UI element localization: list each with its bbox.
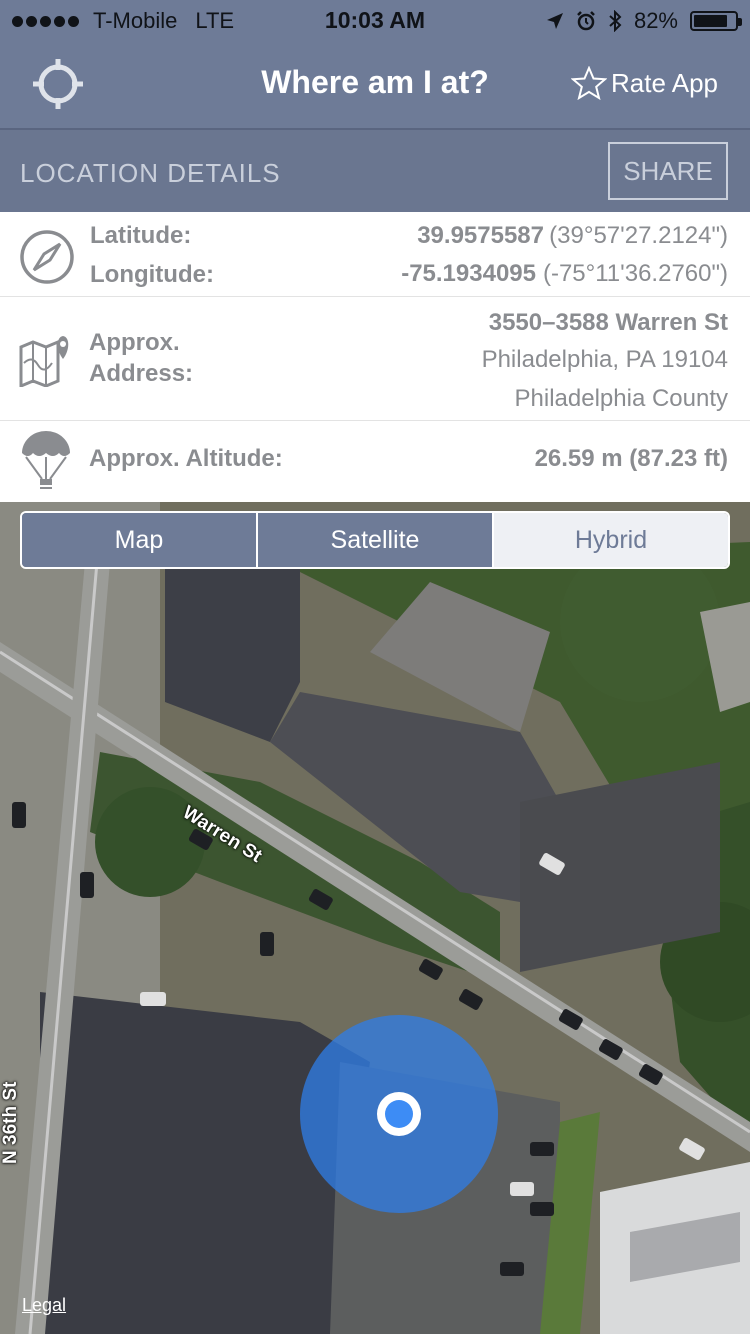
address-city: Philadelphia, PA 19104 bbox=[481, 346, 728, 373]
map-pin-icon bbox=[19, 336, 69, 387]
longitude-label: Longitude: bbox=[90, 261, 214, 288]
rate-app-label: Rate App bbox=[611, 67, 718, 98]
alarm-icon bbox=[577, 11, 595, 31]
details-panel: Latitude: Longitude: 39.9575587 (39°57'2… bbox=[0, 212, 750, 502]
longitude-value: -75.1934095 bbox=[401, 260, 536, 287]
compass-icon bbox=[20, 230, 74, 284]
battery-percent: 82% bbox=[633, 8, 678, 33]
altitude-row: Approx. Altitude: 26.59 m (87.23 ft) bbox=[0, 421, 750, 502]
address-street: 3550–3588 Warren St bbox=[488, 309, 728, 336]
altitude-value: 26.59 m (87.23 ft) bbox=[534, 445, 728, 472]
address-row: Approx. Address: 3550–3588 Warren St Phi… bbox=[0, 297, 750, 421]
address-county: Philadelphia County bbox=[514, 385, 728, 412]
section-title: LOCATION DETAILS bbox=[20, 158, 281, 188]
coordinates-row: Latitude: Longitude: 39.9575587 (39°57'2… bbox=[0, 212, 750, 297]
street-label-36th: N 36th St bbox=[0, 1081, 21, 1164]
top-bar: T-Mobile LTE 10:03 AM 82% Where am I at?… bbox=[0, 0, 750, 128]
share-button[interactable]: SHARE bbox=[608, 142, 728, 200]
balloon-icon bbox=[22, 431, 70, 489]
star-icon bbox=[571, 66, 608, 100]
satellite-imagery bbox=[0, 502, 750, 1334]
map-view[interactable]: Warren St N 36th St Map Satellite Hybrid… bbox=[0, 502, 750, 1334]
status-bar: T-Mobile LTE 10:03 AM 82% bbox=[0, 0, 750, 40]
location-arrow-icon bbox=[546, 13, 563, 29]
bluetooth-icon bbox=[609, 10, 622, 32]
map-mode-selector: Map Satellite Hybrid bbox=[20, 511, 730, 569]
longitude-dms: (-75°11'36.2760") bbox=[542, 260, 728, 287]
legal-link[interactable]: Legal bbox=[22, 1295, 66, 1316]
rate-app-button[interactable]: Rate App bbox=[571, 66, 718, 100]
nav-bar: Where am I at? Rate App bbox=[0, 40, 750, 128]
altitude-label: Approx. Altitude: bbox=[89, 445, 283, 472]
map-mode-hybrid[interactable]: Hybrid bbox=[494, 513, 728, 567]
latitude-dms: (39°57'27.2124") bbox=[549, 222, 728, 249]
address-label-line2: Address: bbox=[89, 360, 194, 387]
location-details-header: LOCATION DETAILS SHARE bbox=[0, 128, 750, 212]
map-mode-satellite[interactable]: Satellite bbox=[258, 513, 494, 567]
battery-icon bbox=[690, 11, 742, 31]
address-label-line1: Approx. bbox=[89, 329, 180, 356]
map-mode-map[interactable]: Map bbox=[22, 513, 258, 567]
latitude-value: 39.9575587 bbox=[417, 222, 544, 249]
latitude-label: Latitude: bbox=[90, 222, 192, 249]
